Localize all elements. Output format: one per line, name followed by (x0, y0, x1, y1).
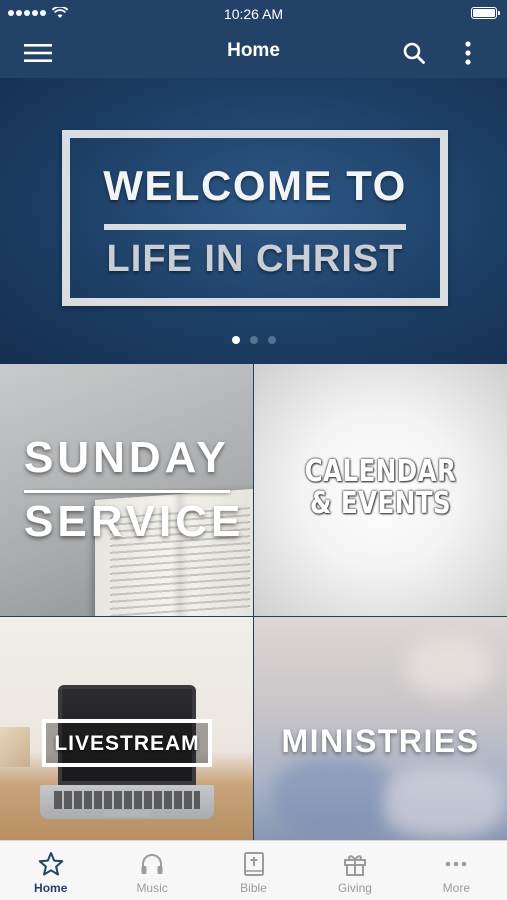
calendar-title-line1: CALENDAR (304, 454, 457, 489)
tab-music[interactable]: Music (101, 841, 202, 900)
status-time: 10:26 AM (223, 6, 284, 22)
bottom-tab-bar: Home Music Bible Giving More (0, 840, 507, 900)
bible-icon (243, 852, 264, 876)
tab-more[interactable]: More (406, 841, 507, 900)
tab-giving-label: Giving (337, 881, 372, 895)
calendar-events-title: CALENDAR & EVENTS (277, 456, 484, 519)
background-blur (384, 767, 504, 837)
livestream-tile[interactable]: LIVESTREAM (0, 617, 253, 840)
ministries-title: MINISTRIES (281, 723, 480, 759)
sunday-service-title-line1: SUNDAY (24, 433, 230, 482)
ministries-tile[interactable]: MINISTRIES (254, 617, 507, 840)
livestream-title: LIVESTREAM (54, 732, 200, 755)
calendar-title-line2: & EVENTS (309, 485, 452, 521)
headphones-icon (141, 854, 163, 874)
sunday-service-divider (24, 490, 230, 493)
laptop-trackpad (104, 810, 150, 817)
tab-bible-label: Bible (240, 881, 267, 895)
nav-bar: Home (0, 28, 507, 78)
tab-home[interactable]: Home (0, 841, 101, 900)
background-blur (274, 757, 394, 837)
background-blur (404, 637, 494, 697)
battery-icon (471, 7, 500, 19)
page-dot[interactable] (249, 336, 258, 344)
search-icon (403, 42, 425, 64)
star-icon (38, 852, 64, 876)
livestream-label-frame: LIVESTREAM (42, 719, 212, 767)
sunday-service-title-line2: SERVICE (24, 497, 245, 546)
hero-banner-frame: WELCOME TO LIFE IN CHRIST (62, 130, 448, 306)
more-horizontal-icon (446, 861, 467, 867)
sunday-service-tile[interactable]: SUNDAY SERVICE (0, 364, 253, 616)
more-vertical-icon (465, 41, 471, 65)
decor-box-photo (0, 727, 30, 767)
laptop-keyboard (54, 791, 200, 809)
status-bar: 10:26 AM (0, 0, 507, 28)
hero-carousel[interactable]: WELCOME TO LIFE IN CHRIST (0, 78, 507, 364)
hero-title-line2: LIFE IN CHRIST (106, 238, 404, 280)
carousel-page-indicator[interactable] (0, 336, 507, 344)
gift-icon (343, 855, 366, 876)
hero-title-line1: WELCOME TO (103, 162, 407, 209)
tab-music-label: Music (136, 881, 168, 895)
overflow-menu-button[interactable] (450, 36, 486, 70)
tab-more-label: More (442, 881, 470, 895)
search-button[interactable] (396, 36, 432, 70)
hero-divider (104, 224, 406, 230)
tab-bible[interactable]: Bible (203, 841, 304, 900)
calendar-events-tile[interactable]: CALENDAR & EVENTS (254, 364, 507, 616)
page-dot[interactable] (231, 336, 240, 344)
page-dot[interactable] (267, 336, 276, 344)
tab-home-label: Home (34, 881, 68, 895)
tab-giving[interactable]: Giving (304, 841, 405, 900)
